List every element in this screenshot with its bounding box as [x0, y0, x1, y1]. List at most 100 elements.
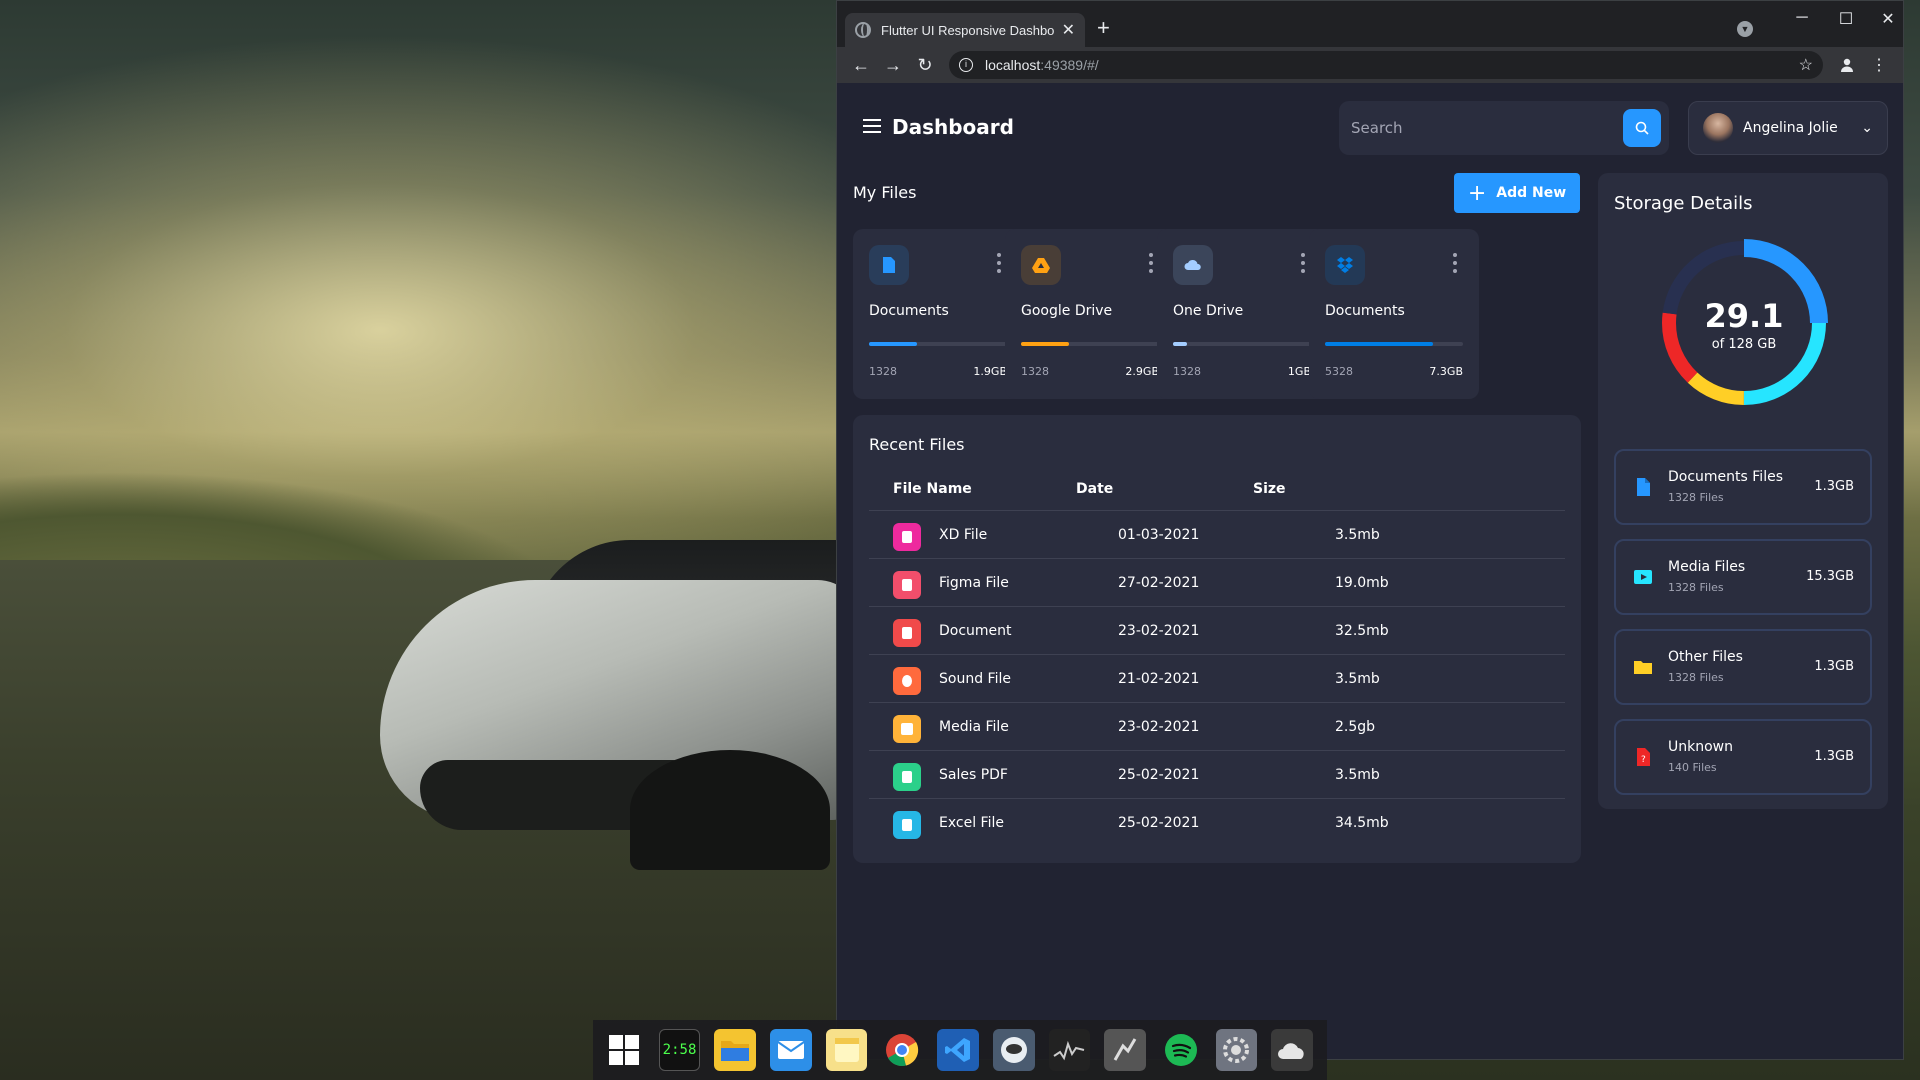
chevron-down-icon[interactable]: ▼: [1737, 21, 1753, 37]
file-size: 3.5mb: [1335, 527, 1380, 543]
search-input[interactable]: [1351, 115, 1611, 141]
spotify-icon[interactable]: [1160, 1029, 1202, 1071]
minimize-button[interactable]: ─: [1787, 9, 1817, 27]
storage-details-title: Storage Details: [1614, 193, 1753, 214]
progress-bar: [1173, 342, 1311, 346]
document-file-icon: [893, 619, 921, 647]
file-date: 23-02-2021: [1118, 719, 1200, 735]
profile-card[interactable]: Angelina Jolie ⌄: [1688, 101, 1888, 155]
file-explorer-icon[interactable]: [714, 1029, 757, 1071]
eye-app-icon[interactable]: [992, 1029, 1035, 1071]
sound-file-icon: [893, 667, 921, 695]
file-name: XD File: [939, 527, 988, 543]
browser-toolbar: ← → ↻ i localhost :49389/#/ ☆ ⋮: [837, 47, 1903, 83]
game-app-icon[interactable]: [1104, 1029, 1146, 1071]
card-title: One Drive: [1173, 303, 1244, 319]
chevron-down-icon[interactable]: ⌄: [1861, 120, 1873, 136]
more-options-icon[interactable]: [1301, 253, 1305, 273]
storage-item-media[interactable]: Media Files 1328 Files 15.3GB: [1614, 539, 1872, 615]
document-icon: [1637, 478, 1650, 496]
tab-close-icon[interactable]: ✕: [1062, 20, 1075, 40]
table-row[interactable]: Sales PDF 25-02-2021 3.5mb: [869, 751, 1565, 799]
column-header-date[interactable]: Date: [1076, 481, 1113, 497]
file-card-documents[interactable]: Documents 1328 1.9GB: [853, 229, 1023, 399]
storage-size: 1.9GB: [973, 365, 1007, 378]
storage-item-unknown[interactable]: ? Unknown 140 Files 1.3GB: [1614, 719, 1872, 795]
progress-bar: [1325, 342, 1463, 346]
table-row[interactable]: Excel File 25-02-2021 34.5mb: [869, 799, 1565, 847]
file-count: 1328: [1021, 365, 1049, 378]
table-row[interactable]: Document 23-02-2021 32.5mb: [869, 607, 1565, 655]
column-header-file-name[interactable]: File Name: [893, 481, 972, 497]
profile-icon[interactable]: [1831, 49, 1863, 81]
more-options-icon[interactable]: [997, 253, 1001, 273]
table-row[interactable]: Sound File 21-02-2021 3.5mb: [869, 655, 1565, 703]
file-card-dropbox[interactable]: Documents 5328 7.3GB: [1309, 229, 1479, 399]
chrome-icon[interactable]: [881, 1029, 923, 1071]
close-window-button[interactable]: ✕: [1873, 9, 1903, 29]
maximize-button[interactable]: ☐: [1831, 9, 1861, 29]
file-card-one-drive[interactable]: One Drive 1328 1GB: [1157, 229, 1327, 399]
search-button[interactable]: [1623, 109, 1661, 147]
sticky-notes-icon[interactable]: [825, 1029, 868, 1071]
file-date: 23-02-2021: [1118, 623, 1200, 639]
file-count: 5328: [1325, 365, 1353, 378]
file-count: 1328: [869, 365, 897, 378]
search-box: [1339, 101, 1669, 155]
progress-fill: [1173, 342, 1187, 346]
taskbar: 2:58: [593, 1020, 1327, 1080]
progress-fill: [869, 342, 918, 346]
table-row[interactable]: Figma File 27-02-2021 19.0mb: [869, 559, 1565, 607]
more-options-icon[interactable]: [1453, 253, 1457, 273]
more-options-icon[interactable]: [1149, 253, 1153, 273]
forward-button[interactable]: →: [877, 49, 909, 81]
file-name: Excel File: [939, 815, 1004, 831]
url-host: localhost: [985, 57, 1041, 73]
progress-fill: [1021, 342, 1070, 346]
storage-item-other[interactable]: Other Files 1328 Files 1.3GB: [1614, 629, 1872, 705]
settings-gear-icon[interactable]: [1215, 1029, 1258, 1071]
file-card-google-drive[interactable]: Google Drive 1328 2.9GB: [1005, 229, 1175, 399]
vscode-icon[interactable]: [937, 1029, 979, 1071]
file-date: 21-02-2021: [1118, 671, 1200, 687]
column-header-size[interactable]: Size: [1253, 481, 1286, 497]
menu-icon[interactable]: [863, 119, 881, 133]
storage-item-title: Media Files: [1668, 559, 1746, 575]
new-tab-button[interactable]: +: [1097, 15, 1110, 41]
clock-icon[interactable]: 2:58: [658, 1029, 701, 1071]
storage-item-title: Unknown: [1668, 739, 1733, 755]
progress-fill: [1325, 342, 1433, 346]
mail-icon[interactable]: [770, 1029, 812, 1071]
address-bar[interactable]: i localhost :49389/#/ ☆: [949, 51, 1823, 79]
cloud-app-icon[interactable]: [1271, 1029, 1313, 1071]
storage-item-documents[interactable]: Documents Files 1328 Files 1.3GB: [1614, 449, 1872, 525]
file-name: Media File: [939, 719, 1009, 735]
table-row[interactable]: Media File 23-02-2021 2.5gb: [869, 703, 1565, 751]
file-icon: [869, 245, 909, 285]
figma-file-icon: [893, 571, 921, 599]
add-new-button[interactable]: + Add New: [1454, 173, 1580, 213]
table-header: File Name Date Size: [869, 465, 1565, 511]
storage-donut-chart: 29.1 of 128 GB: [1654, 233, 1834, 413]
card-title: Google Drive: [1021, 303, 1113, 319]
storage-item-subtitle: 1328 Files: [1668, 491, 1724, 504]
windows-start-icon[interactable]: [603, 1029, 645, 1071]
browser-tab[interactable]: Flutter UI Responsive Dashboard ✕: [845, 13, 1085, 47]
activity-monitor-icon[interactable]: [1048, 1029, 1091, 1071]
site-info-icon[interactable]: i: [959, 58, 973, 72]
tab-strip: Flutter UI Responsive Dashboard ✕ + ▼ ─ …: [837, 1, 1903, 47]
file-date: 01-03-2021: [1118, 527, 1200, 543]
storage-item-size: 1.3GB: [1814, 479, 1854, 494]
reload-button[interactable]: ↻: [909, 49, 941, 81]
browser-menu-icon[interactable]: ⋮: [1863, 49, 1895, 81]
tab-title: Flutter UI Responsive Dashboard: [881, 22, 1054, 38]
recent-files-title: Recent Files: [869, 435, 965, 454]
table-row[interactable]: XD File 01-03-2021 3.5mb: [869, 511, 1565, 559]
storage-item-subtitle: 1328 Files: [1668, 581, 1724, 594]
car-wheel: [630, 750, 830, 870]
file-date: 27-02-2021: [1118, 575, 1200, 591]
unknown-file-icon: ?: [1637, 748, 1650, 766]
file-date: 25-02-2021: [1118, 767, 1200, 783]
bookmark-star-icon[interactable]: ☆: [1799, 55, 1813, 75]
back-button[interactable]: ←: [845, 49, 877, 81]
